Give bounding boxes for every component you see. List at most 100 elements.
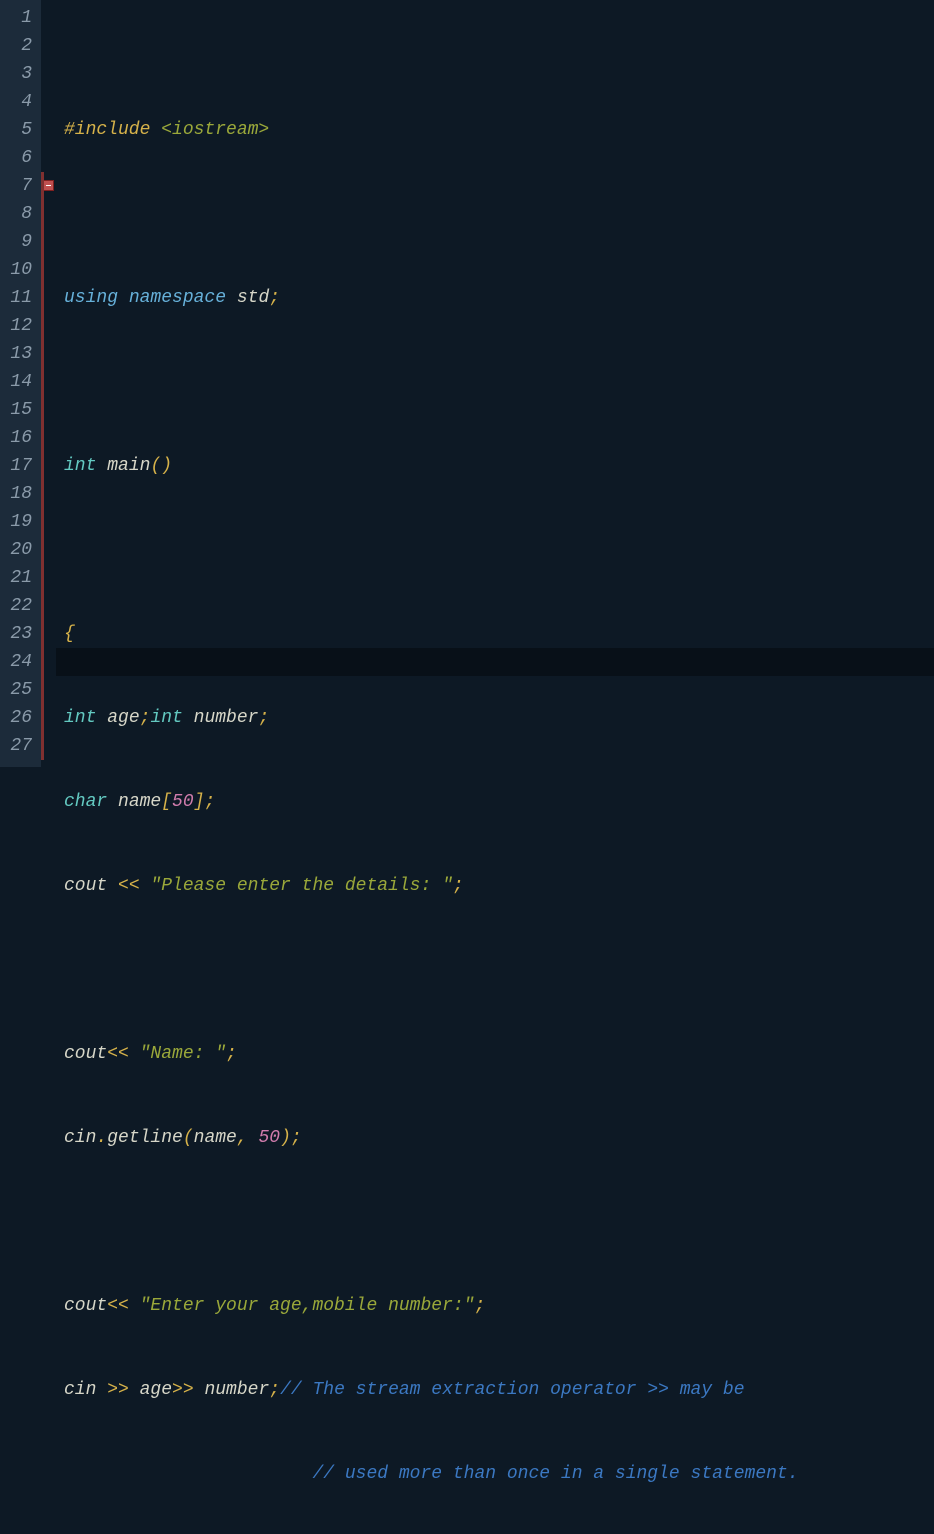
line-number: 10 (4, 256, 32, 284)
preprocessor-token: #include (64, 120, 161, 140)
line-number: 5 (4, 116, 32, 144)
line-number-gutter: 1234567891011121314151617181920212223242… (0, 0, 40, 767)
line-number: 13 (4, 340, 32, 368)
identifier-token: number (204, 1380, 269, 1400)
comment-token: // The stream extraction operator >> may… (280, 1380, 744, 1400)
code-line: cin >> age>> number;// The stream extrac… (64, 1376, 934, 1404)
punct-token: ; (474, 1296, 485, 1316)
punct-token: . (96, 1128, 107, 1148)
code-line: int main() (64, 452, 934, 480)
line-number: 23 (4, 620, 32, 648)
code-line (64, 368, 934, 396)
code-line: // used more than once in a single state… (64, 1460, 934, 1488)
punct-token: ; (269, 288, 280, 308)
line-number: 7 (4, 172, 32, 200)
string-token: "Enter your age,mobile number:" (140, 1296, 475, 1316)
line-number: 4 (4, 88, 32, 116)
string-token: "Name: " (140, 1044, 226, 1064)
punct-token: ; (204, 792, 215, 812)
indent (64, 1464, 312, 1484)
code-line: cout<< "Name: "; (64, 1040, 934, 1068)
punct-token: ; (269, 1380, 280, 1400)
code-line: cout << "Please enter the details: "; (64, 872, 934, 900)
line-number: 19 (4, 508, 32, 536)
identifier-token: name (194, 1128, 237, 1148)
code-line (64, 536, 934, 564)
code-line: { (64, 620, 934, 648)
include-header: <iostream> (161, 120, 269, 140)
operator-token: << (118, 876, 150, 896)
code-line (64, 200, 934, 228)
punct-token: ] (194, 792, 205, 812)
type-token: int (64, 456, 107, 476)
punct-token: ; (291, 1128, 302, 1148)
type-token: int (150, 708, 193, 728)
function-token: getline (107, 1128, 183, 1148)
line-number: 11 (4, 284, 32, 312)
line-number: 14 (4, 368, 32, 396)
line-number: 17 (4, 452, 32, 480)
function-token: main (107, 456, 150, 476)
punct-token: ( (183, 1128, 194, 1148)
punct-token: ; (258, 708, 269, 728)
change-indicator (41, 172, 44, 760)
line-number: 26 (4, 704, 32, 732)
number-token: 50 (172, 792, 194, 812)
punct-token: () (150, 456, 172, 476)
code-line: #include <iostream> (64, 116, 934, 144)
identifier-token: name (118, 792, 161, 812)
current-line-highlight (56, 648, 934, 676)
line-number: 3 (4, 60, 32, 88)
keyword-token: using (64, 288, 129, 308)
code-line: cin.getline(name, 50); (64, 1124, 934, 1152)
identifier-token: number (194, 708, 259, 728)
code-area[interactable]: #include <iostream> using namespace std;… (56, 0, 934, 767)
line-number: 25 (4, 676, 32, 704)
punct-token: [ (161, 792, 172, 812)
line-number: 16 (4, 424, 32, 452)
identifier-token: cout (64, 876, 118, 896)
code-line: using namespace std; (64, 284, 934, 312)
line-number: 6 (4, 144, 32, 172)
type-token: char (64, 792, 118, 812)
punct-token: ; (140, 708, 151, 728)
punct-token: ; (453, 876, 464, 896)
operator-token: << (107, 1296, 139, 1316)
punct-token: , (237, 1128, 259, 1148)
operator-token: >> (107, 1380, 139, 1400)
brace-token: { (64, 624, 75, 644)
line-number: 24 (4, 648, 32, 676)
operator-token: << (107, 1044, 139, 1064)
code-line (64, 1208, 934, 1236)
identifier-token: cout (64, 1296, 107, 1316)
line-number: 18 (4, 480, 32, 508)
string-token: "Please enter the details: " (150, 876, 452, 896)
code-line: char name[50]; (64, 788, 934, 816)
identifier-token: cin (64, 1380, 107, 1400)
line-number: 8 (4, 200, 32, 228)
line-number: 20 (4, 536, 32, 564)
identifier-token: std (237, 288, 269, 308)
identifier-token: cout (64, 1044, 107, 1064)
fold-marker-icon[interactable] (43, 180, 54, 191)
identifier-token: age (107, 708, 139, 728)
line-number: 27 (4, 732, 32, 760)
fold-column (40, 0, 56, 767)
punct-token: ; (226, 1044, 237, 1064)
code-editor: 1234567891011121314151617181920212223242… (0, 0, 934, 767)
line-number: 1 (4, 4, 32, 32)
line-number: 12 (4, 312, 32, 340)
type-token: int (64, 708, 107, 728)
identifier-token: age (140, 1380, 172, 1400)
identifier-token: cin (64, 1128, 96, 1148)
line-number: 2 (4, 32, 32, 60)
line-number: 9 (4, 228, 32, 256)
line-number: 21 (4, 564, 32, 592)
code-line (64, 956, 934, 984)
number-token: 50 (258, 1128, 280, 1148)
line-number: 22 (4, 592, 32, 620)
line-number: 15 (4, 396, 32, 424)
code-line: cout<< "Enter your age,mobile number:"; (64, 1292, 934, 1320)
keyword-token: namespace (129, 288, 237, 308)
punct-token: ) (280, 1128, 291, 1148)
